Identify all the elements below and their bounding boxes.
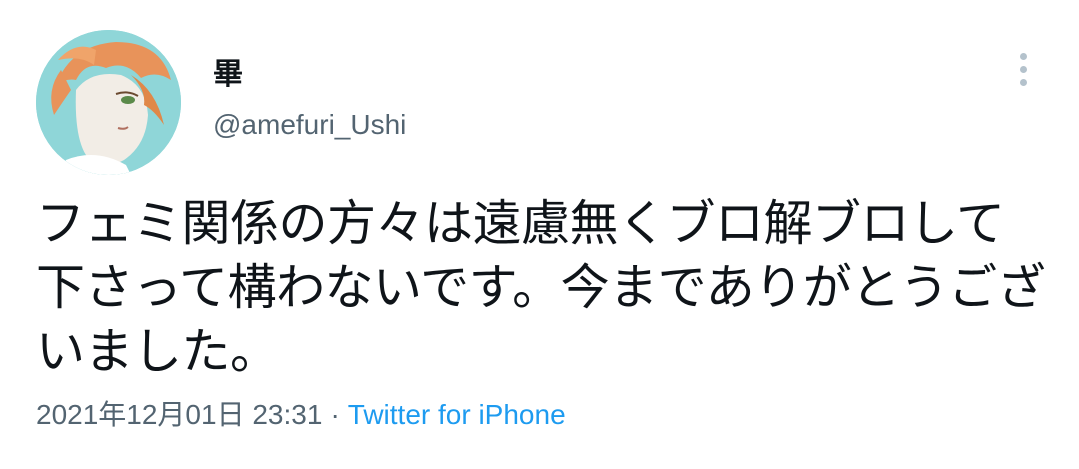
source-link[interactable]: Twitter for iPhone: [348, 399, 566, 430]
more-options-icon-dot: [1020, 66, 1027, 73]
more-options-button[interactable]: [1008, 50, 1038, 90]
tweet-meta: 2021年12月01日 23:31 · Twitter for iPhone: [36, 397, 566, 433]
tweet: 畢 @amefuri_Ushi フェミ関係の方々は遠慮無くブロ解ブロして下さって…: [0, 0, 1079, 469]
display-name[interactable]: 畢: [213, 58, 243, 92]
meta-separator: ·: [330, 399, 340, 430]
avatar-illustration: [36, 30, 181, 175]
avatar[interactable]: [36, 30, 181, 175]
more-options-icon: [1020, 53, 1027, 60]
user-handle[interactable]: @amefuri_Ushi: [213, 108, 406, 142]
more-options-icon-dot: [1020, 79, 1027, 86]
timestamp[interactable]: 2021年12月01日 23:31: [36, 399, 322, 430]
tweet-text: フェミ関係の方々は遠慮無くブロ解ブロして下さって構わないです。今までありがとうご…: [36, 195, 1046, 380]
